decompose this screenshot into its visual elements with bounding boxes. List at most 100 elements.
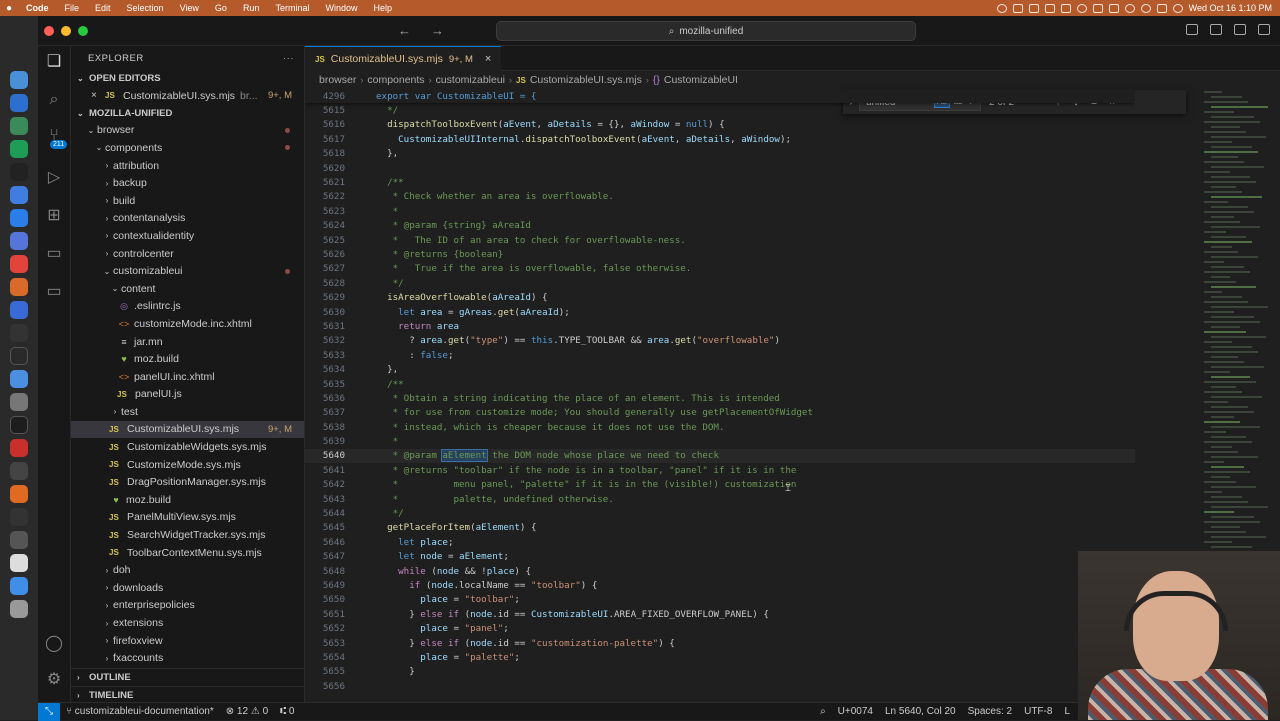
status-ports[interactable]: ⑆ 0 bbox=[274, 706, 300, 717]
screen-icon[interactable] bbox=[1012, 3, 1023, 13]
code-line[interactable]: 5638 * instead, which is cheaper because… bbox=[305, 420, 1135, 434]
breadcrumb-item[interactable]: CustomizableUI.sys.mjs bbox=[530, 74, 642, 86]
accounts-icon[interactable]: ◯ bbox=[44, 634, 64, 654]
app-red-icon[interactable] bbox=[10, 255, 28, 273]
breadcrumb-item[interactable]: customizableui bbox=[436, 74, 505, 86]
zoom-icon[interactable] bbox=[10, 301, 28, 319]
run-debug-icon[interactable]: ▷ bbox=[44, 168, 64, 188]
bluetooth-icon[interactable] bbox=[1044, 3, 1055, 13]
open-editors-section[interactable]: ⌄ OPEN EDITORS bbox=[71, 70, 304, 87]
trash-icon[interactable] bbox=[10, 600, 28, 618]
code-line[interactable]: 5628 */ bbox=[305, 276, 1135, 290]
status-spaces[interactable]: Spaces: 2 bbox=[962, 706, 1018, 717]
tree-item[interactable]: › test bbox=[71, 403, 304, 421]
apple-icon[interactable]: ● bbox=[0, 3, 18, 14]
vlc-icon[interactable] bbox=[10, 485, 28, 503]
tree-item[interactable]: › downloads bbox=[71, 579, 304, 597]
app-j-icon[interactable] bbox=[10, 232, 28, 250]
tree-item[interactable]: › contextualidentity bbox=[71, 227, 304, 245]
app-blue-icon[interactable] bbox=[10, 370, 28, 388]
outline-section[interactable]: › OUTLINE bbox=[71, 668, 304, 685]
minimize-window-icon[interactable] bbox=[61, 26, 71, 36]
remote-explorer-icon[interactable]: ▭ bbox=[44, 244, 64, 264]
wifi-icon[interactable] bbox=[1124, 3, 1135, 13]
workspace-section[interactable]: ⌄ MOZILLA-UNIFIED bbox=[71, 105, 304, 122]
tree-item[interactable]: ◎ .eslintrc.js bbox=[71, 298, 304, 316]
code-line[interactable]: 5626 * @returns {boolean} bbox=[305, 247, 1135, 261]
code-line[interactable]: 5641 * @returns "toolbar" if the node is… bbox=[305, 463, 1135, 477]
code-line[interactable]: 5634 }, bbox=[305, 362, 1135, 376]
settings-app-icon[interactable] bbox=[10, 462, 28, 480]
finder-icon[interactable] bbox=[10, 71, 28, 89]
code-line[interactable]: 5625 * The ID of an area to check for ov… bbox=[305, 233, 1135, 247]
code-line[interactable]: 5637 * for use from customize mode; You … bbox=[305, 406, 1135, 420]
timeline-section[interactable]: › TIMELINE bbox=[71, 686, 304, 703]
code-line[interactable]: 5617 CustomizableUIInternal.dispatchTool… bbox=[305, 132, 1135, 146]
vscode-icon[interactable] bbox=[10, 209, 28, 227]
code-line[interactable]: 5620 bbox=[305, 161, 1135, 175]
slack-icon[interactable] bbox=[10, 186, 28, 204]
code-line[interactable]: 5645 getPlaceForItem(aElement) { bbox=[305, 521, 1135, 535]
forward-arrow-icon[interactable]: → bbox=[431, 23, 444, 38]
breadcrumb-item[interactable]: CustomizableUI bbox=[664, 74, 738, 86]
tree-item[interactable]: JS CustomizableUI.sys.mjs 9+, M bbox=[71, 420, 304, 439]
siri-icon[interactable] bbox=[1172, 3, 1183, 13]
tree-item[interactable]: › extensions bbox=[71, 614, 304, 632]
code-line[interactable]: 5623 * bbox=[305, 204, 1135, 218]
opera-icon[interactable] bbox=[10, 439, 28, 457]
tree-item[interactable]: › doh bbox=[71, 561, 304, 579]
dots-icon[interactable] bbox=[10, 347, 28, 365]
battery-icon[interactable] bbox=[1108, 3, 1119, 13]
code-line[interactable]: 5627 * True if the area is overflowable,… bbox=[305, 262, 1135, 276]
code-line[interactable]: 5656 bbox=[305, 679, 1135, 693]
code-line[interactable]: 5652 place = "panel"; bbox=[305, 621, 1135, 635]
explorer-icon[interactable]: ❏ bbox=[44, 52, 64, 72]
code-line[interactable]: 5616 dispatchToolboxEvent(aEvent, aDetai… bbox=[305, 118, 1135, 132]
toggle-sidebar-icon[interactable] bbox=[1186, 24, 1198, 35]
code-line[interactable]: 5632 ? area.get("type") == this.TYPE_TOO… bbox=[305, 334, 1135, 348]
code-line[interactable]: 5622 * Check whether an area is overflow… bbox=[305, 190, 1135, 204]
code-line[interactable]: 5648 while (node && !place) { bbox=[305, 564, 1135, 578]
menu-edit[interactable]: Edit bbox=[87, 3, 119, 13]
code-line[interactable]: 5624 * @param {string} aAreaId bbox=[305, 219, 1135, 233]
zoom-icon[interactable]: ⌕ bbox=[814, 706, 832, 717]
code-line[interactable]: 5643 * palette, undefined otherwise. bbox=[305, 492, 1135, 506]
menu-view[interactable]: View bbox=[172, 3, 207, 13]
tree-item[interactable]: JS CustomizableWidgets.sys.mjs bbox=[71, 438, 304, 456]
tree-item[interactable]: JS ToolbarContextMenu.sys.mjs bbox=[71, 544, 304, 562]
menu-terminal[interactable]: Terminal bbox=[267, 3, 317, 13]
tree-item[interactable]: JS panelUI.js bbox=[71, 386, 304, 404]
document-icon[interactable] bbox=[10, 554, 28, 572]
code-line[interactable]: 5633 : false; bbox=[305, 348, 1135, 362]
close-editor-icon[interactable]: × bbox=[91, 90, 105, 101]
code-line[interactable]: 5630 let area = gAreas.get(aAreaId); bbox=[305, 305, 1135, 319]
open-editor-item[interactable]: × JS CustomizableUI.sys.mjs br... 9+, M bbox=[71, 87, 304, 105]
code-line[interactable]: 5649 if (node.localName == "toolbar") { bbox=[305, 578, 1135, 592]
code-line[interactable]: 5642 * menu panel, "palette" if it is in… bbox=[305, 478, 1135, 492]
tree-item[interactable]: ⌄ browser bbox=[71, 122, 304, 140]
volume-icon[interactable] bbox=[1092, 3, 1103, 13]
clipboard-icon[interactable] bbox=[1060, 3, 1071, 13]
tree-item[interactable]: JS DragPositionManager.sys.mjs bbox=[71, 473, 304, 491]
close-window-icon[interactable] bbox=[44, 26, 54, 36]
back-arrow-icon[interactable]: ← bbox=[398, 23, 411, 38]
calculator-icon[interactable] bbox=[10, 393, 28, 411]
keyboard-icon[interactable] bbox=[10, 531, 28, 549]
tree-item[interactable]: › firefoxview bbox=[71, 632, 304, 650]
code-line[interactable]: 5635 /** bbox=[305, 377, 1135, 391]
status-branch[interactable]: ⑂ customizableui-documentation* bbox=[60, 706, 220, 717]
spotlight-icon[interactable] bbox=[1140, 3, 1151, 13]
more-actions-icon[interactable]: ··· bbox=[283, 53, 294, 64]
tree-item[interactable]: ⌄ content bbox=[71, 280, 304, 298]
close-tab-icon[interactable]: × bbox=[485, 53, 491, 65]
code-line[interactable]: 5631 return area bbox=[305, 319, 1135, 333]
menu-window[interactable]: Window bbox=[317, 3, 365, 13]
code-line[interactable]: 5629 isAreaOverflowable(aAreaId) { bbox=[305, 290, 1135, 304]
code-line[interactable]: 5636 * Obtain a string indicating the pl… bbox=[305, 391, 1135, 405]
status-position[interactable]: Ln 5640, Col 20 bbox=[879, 706, 962, 717]
record-icon[interactable] bbox=[996, 3, 1007, 13]
tree-item[interactable]: › fxaccounts bbox=[71, 649, 304, 667]
breadcrumb-item[interactable]: browser bbox=[319, 74, 356, 86]
app-dark-icon[interactable] bbox=[10, 508, 28, 526]
firefox-icon[interactable] bbox=[10, 94, 28, 112]
